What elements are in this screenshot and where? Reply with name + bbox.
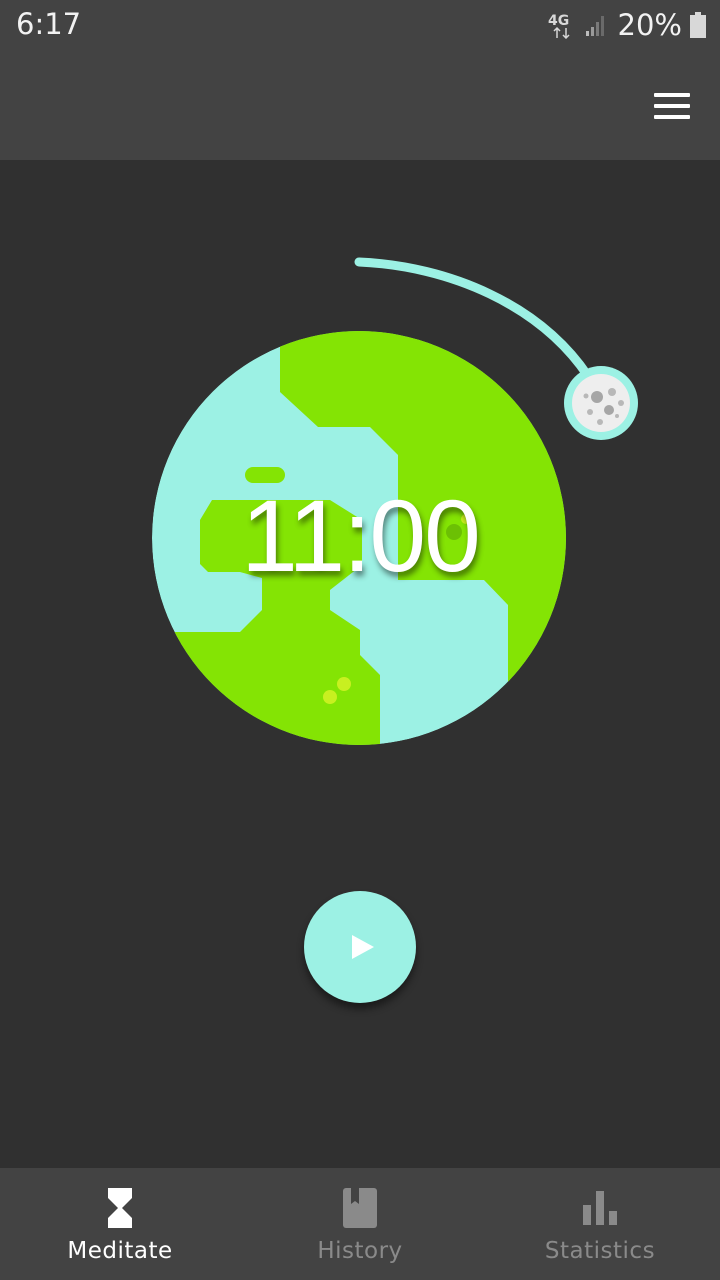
app-bar	[0, 50, 720, 160]
signal-strength-icon	[585, 16, 604, 36]
screen: 6:17 4G 20% 11:00 Meditate History Stati…	[0, 0, 720, 1280]
nav-item-meditate[interactable]: Meditate	[0, 1168, 240, 1280]
bottom-navigation: Meditate History Statistics	[0, 1168, 720, 1280]
bar-chart-icon	[580, 1188, 620, 1228]
nav-item-history[interactable]: History	[240, 1168, 480, 1280]
menu-icon-bar-bottom	[654, 115, 690, 119]
battery-icon	[690, 12, 706, 38]
moon-icon	[564, 366, 638, 440]
timer-display: 11:00	[241, 479, 481, 593]
status-indicators: 4G 20%	[548, 8, 706, 42]
svg-text:4G: 4G	[548, 13, 569, 29]
network-4g-icon: 4G	[548, 13, 570, 39]
main-area: 11:00	[0, 160, 720, 1168]
hourglass-icon	[100, 1188, 140, 1228]
globe-illustration	[152, 257, 638, 745]
nav-item-statistics[interactable]: Statistics	[480, 1168, 720, 1280]
status-time: 6:17	[16, 7, 82, 41]
menu-icon-bar-middle	[654, 104, 690, 108]
status-bar: 6:17 4G 20%	[0, 0, 720, 50]
nav-label-statistics: Statistics	[544, 1238, 656, 1264]
menu-icon-bar-top	[654, 93, 690, 97]
book-icon	[340, 1188, 380, 1228]
play-button[interactable]	[304, 891, 416, 1003]
nav-label-history: History	[317, 1238, 403, 1264]
play-icon	[352, 935, 374, 959]
menu-button[interactable]	[652, 90, 692, 122]
nav-label-meditate: Meditate	[67, 1238, 173, 1264]
battery-percent: 20%	[617, 8, 682, 42]
